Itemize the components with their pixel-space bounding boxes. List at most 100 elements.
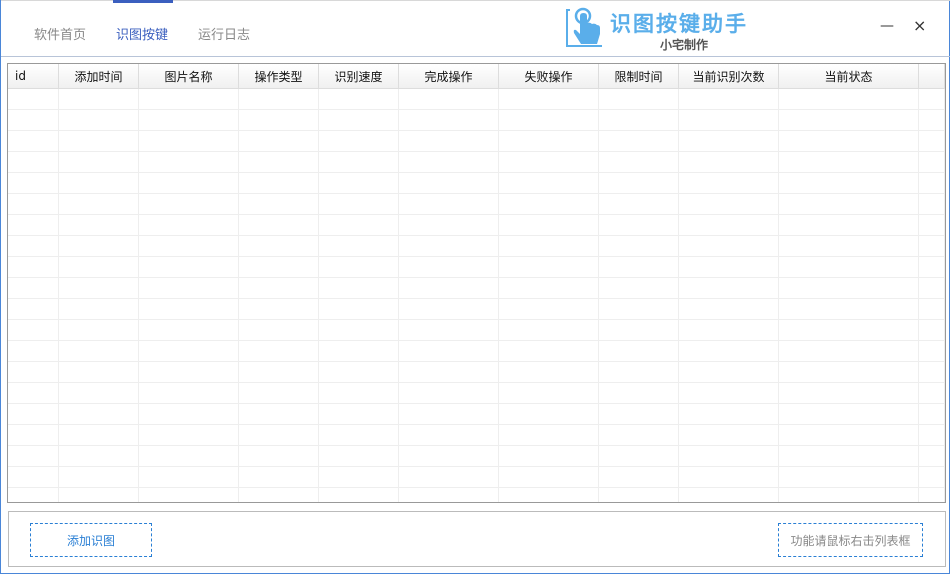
table-cell <box>599 278 679 298</box>
table-cell <box>239 446 319 466</box>
table-cell <box>139 152 239 172</box>
table-cell <box>59 425 139 445</box>
table-cell <box>8 152 59 172</box>
active-tab-indicator <box>113 0 173 3</box>
table-cell <box>399 341 499 361</box>
column-header[interactable]: 识别速度 <box>319 64 399 88</box>
table-cell <box>239 278 319 298</box>
table-cell <box>779 173 919 193</box>
table-cell <box>679 425 779 445</box>
column-header[interactable]: 添加时间 <box>59 64 139 88</box>
column-header[interactable]: 当前状态 <box>779 64 919 88</box>
table-cell <box>599 110 679 130</box>
table-row <box>8 215 945 236</box>
tab-image-keys[interactable]: 识图按键 <box>116 24 168 43</box>
right-click-hint-button[interactable]: 功能请鼠标右击列表框 <box>778 523 923 557</box>
add-image-button[interactable]: 添加识图 <box>30 523 152 557</box>
table-cell <box>919 278 945 298</box>
table-cell <box>139 341 239 361</box>
table-cell <box>59 404 139 424</box>
table-cell <box>399 299 499 319</box>
table-cell <box>919 152 945 172</box>
table-cell <box>779 299 919 319</box>
table-row <box>8 89 945 110</box>
table-cell <box>919 215 945 235</box>
table-cell <box>779 446 919 466</box>
table-cell <box>399 152 499 172</box>
table-cell <box>59 488 139 502</box>
table-cell <box>319 320 399 340</box>
table-cell <box>239 488 319 502</box>
column-header[interactable]: 当前识别次数 <box>679 64 779 88</box>
table-cell <box>499 425 599 445</box>
table-cell <box>59 152 139 172</box>
table-cell <box>319 341 399 361</box>
table-cell <box>919 320 945 340</box>
table-row <box>8 383 945 404</box>
table-cell <box>919 404 945 424</box>
table-cell <box>779 110 919 130</box>
table-cell <box>399 446 499 466</box>
table-cell <box>599 362 679 382</box>
table-cell <box>399 215 499 235</box>
table-cell <box>59 215 139 235</box>
recognition-list-table[interactable]: id 添加时间 图片名称 操作类型 识别速度 完成操作 失败操作 限制时间 当前识别次数 当前状态 <box>7 63 946 503</box>
minimize-button[interactable]: — <box>880 18 894 34</box>
table-cell <box>8 236 59 256</box>
column-header[interactable]: 失败操作 <box>499 64 599 88</box>
table-cell <box>8 488 59 502</box>
table-cell <box>59 278 139 298</box>
table-cell <box>499 341 599 361</box>
table-cell <box>499 236 599 256</box>
table-cell <box>679 194 779 214</box>
table-row <box>8 341 945 362</box>
table-cell <box>139 173 239 193</box>
table-cell <box>8 194 59 214</box>
table-cell <box>919 446 945 466</box>
table-cell <box>59 467 139 487</box>
table-cell <box>499 488 599 502</box>
table-cell <box>319 362 399 382</box>
column-header[interactable] <box>919 64 945 88</box>
table-cell <box>779 425 919 445</box>
table-cell <box>8 446 59 466</box>
logo-subtitle: 小宅制作 <box>660 38 709 52</box>
table-cell <box>499 215 599 235</box>
table-cell <box>779 257 919 277</box>
table-cell <box>319 173 399 193</box>
table-cell <box>919 89 945 109</box>
table-cell <box>239 236 319 256</box>
table-cell <box>779 236 919 256</box>
column-header[interactable]: 图片名称 <box>139 64 239 88</box>
table-cell <box>8 89 59 109</box>
table-cell <box>239 404 319 424</box>
table-cell <box>679 278 779 298</box>
table-cell <box>139 215 239 235</box>
table-cell <box>919 194 945 214</box>
column-header[interactable]: 完成操作 <box>399 64 499 88</box>
table-cell <box>139 131 239 151</box>
table-row <box>8 404 945 425</box>
table-cell <box>679 341 779 361</box>
table-cell <box>319 404 399 424</box>
table-cell <box>8 383 59 403</box>
table-cell <box>499 320 599 340</box>
column-header[interactable]: 限制时间 <box>599 64 679 88</box>
table-cell <box>399 425 499 445</box>
table-row <box>8 131 945 152</box>
table-cell <box>139 236 239 256</box>
table-cell <box>919 131 945 151</box>
table-cell <box>399 383 499 403</box>
table-row <box>8 152 945 173</box>
tab-run-log[interactable]: 运行日志 <box>198 24 250 43</box>
table-cell <box>599 173 679 193</box>
tab-home[interactable]: 软件首页 <box>34 24 86 43</box>
column-header[interactable]: 操作类型 <box>239 64 319 88</box>
table-cell <box>59 236 139 256</box>
logo-title: 识图按键助手 <box>610 12 748 36</box>
column-header[interactable]: id <box>8 64 59 88</box>
table-cell <box>399 173 499 193</box>
close-button[interactable]: × <box>913 16 926 35</box>
table-cell <box>59 299 139 319</box>
table-cell <box>679 110 779 130</box>
